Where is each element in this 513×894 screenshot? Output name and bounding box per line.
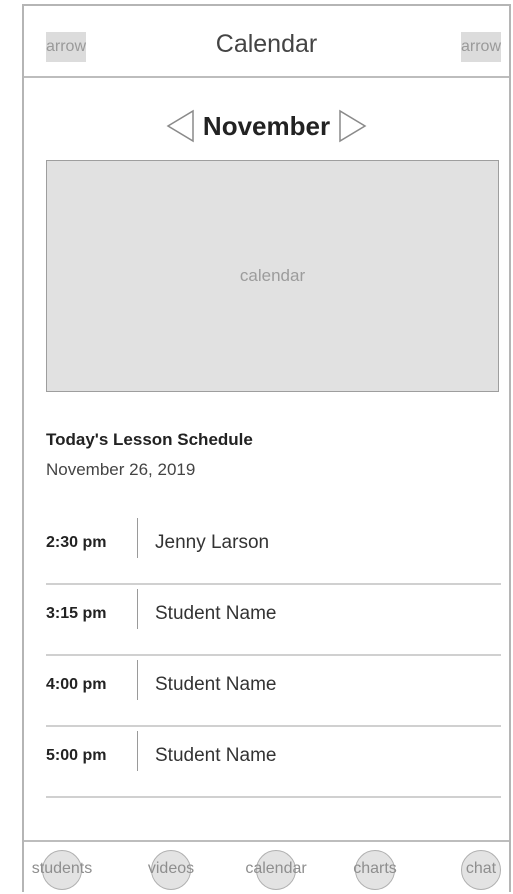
row-divider <box>137 518 138 558</box>
student-name: Student Name <box>155 674 277 695</box>
tab-chat[interactable]: chat <box>461 850 501 890</box>
tab-calendar[interactable]: calendar <box>245 850 307 890</box>
student-name: Student Name <box>155 745 277 766</box>
tab-label: videos <box>147 860 195 877</box>
lesson-row[interactable]: 2:30 pm Jenny Larson <box>46 514 501 585</box>
tab-label: chat <box>465 860 497 877</box>
tab-label: charts <box>353 860 397 877</box>
tab-videos[interactable]: videos <box>148 850 194 890</box>
lesson-time: 3:15 pm <box>46 605 107 622</box>
lesson-row[interactable]: 3:15 pm Student Name <box>46 585 501 656</box>
month-label: November <box>202 110 331 141</box>
schedule-date: November 26, 2019 <box>46 460 196 479</box>
row-divider <box>137 731 138 771</box>
schedule-title: Today's Lesson Schedule <box>46 430 253 449</box>
app-header: arrow Calendar arrow <box>24 6 509 78</box>
lesson-row[interactable]: 4:00 pm Student Name <box>46 656 501 727</box>
row-divider <box>137 660 138 700</box>
triangle-left-icon[interactable] <box>165 109 195 143</box>
lesson-time: 4:00 pm <box>46 676 107 693</box>
student-name: Jenny Larson <box>155 532 270 553</box>
tab-charts[interactable]: charts <box>353 850 397 890</box>
tab-students[interactable]: students <box>32 850 92 890</box>
page-title: Calendar <box>215 30 318 58</box>
calendar-placeholder[interactable]: calendar <box>46 160 499 392</box>
lesson-time: 2:30 pm <box>46 534 107 551</box>
tab-label: calendar <box>245 860 307 877</box>
row-divider <box>137 589 138 629</box>
student-name: Student Name <box>155 603 277 624</box>
tab-label: students <box>31 860 93 877</box>
forward-arrow-button[interactable]: arrow <box>461 32 501 62</box>
phone-frame: arrow Calendar arrow November calendar T… <box>22 4 511 892</box>
calendar-placeholder-label: calendar <box>239 266 306 285</box>
month-navigator: November <box>24 106 509 146</box>
lesson-time: 5:00 pm <box>46 747 107 764</box>
lesson-row[interactable]: 5:00 pm Student Name <box>46 727 501 798</box>
bottom-tab-bar: students videos calendar charts chat <box>24 840 509 894</box>
lesson-list: 2:30 pm Jenny Larson 3:15 pm Student Nam… <box>46 514 501 798</box>
triangle-right-icon[interactable] <box>338 109 368 143</box>
